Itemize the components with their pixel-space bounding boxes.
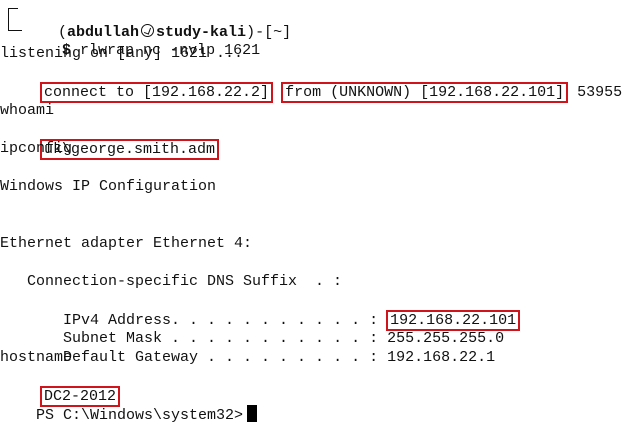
prompt-corner-top [8,8,18,9]
hostname-command: hostname [0,349,73,366]
connect-line: connect to [192.168.22.2] from (UNKNOWN)… [5,63,622,103]
listening-line: listening on [any] 1621 ... [0,45,244,62]
hostname-result-line: DC2-2012 [5,367,121,407]
gateway-label: Default Gateway . . . . . . . . . : [36,349,379,366]
ipconfig-command: ipconfig [0,140,73,157]
prompt-corner-bottom [8,30,22,31]
prompt-end: ] [282,24,292,41]
ip-config-title: Windows IP Configuration [0,178,217,195]
gateway-row: Default Gateway . . . . . . . . . : 192.… [0,329,495,366]
ps-prompt: PS C:\Windows\system32> [36,407,244,424]
subnet-row: Subnet Mask . . . . . . . . . . . : 255.… [0,310,504,347]
ipv4-row: IPv4 Address. . . . . . . . . . . : 192.… [0,291,521,331]
terminal-window[interactable]: (abdullah study-kali)-[~] $ rlwrap nc -nv… [0,0,640,424]
prompt-corner-line [8,8,19,30]
whoami-result-line: uk\george.smith.adm [5,120,220,160]
from-highlight: from (UNKNOWN) [192.168.22.101] [281,82,569,103]
command-line: $ rlwrap nc -nvlp 1621 [26,22,260,59]
dns-suffix-row: Connection-specific DNS Suffix . : [0,273,343,290]
prompt-dir: ~ [273,24,283,41]
connect-to-highlight: connect to [192.168.22.2] [40,82,274,103]
whoami-command: whoami [0,102,55,119]
connect-port: 53955 [577,84,623,101]
prompt-header: (abdullah study-kali)-[~] [22,4,291,41]
adapter-title: Ethernet adapter Ethernet 4: [0,235,253,252]
ps-prompt-line[interactable]: PS C:\Windows\system32> [0,386,258,424]
gateway-value: 192.168.22.1 [387,349,496,366]
